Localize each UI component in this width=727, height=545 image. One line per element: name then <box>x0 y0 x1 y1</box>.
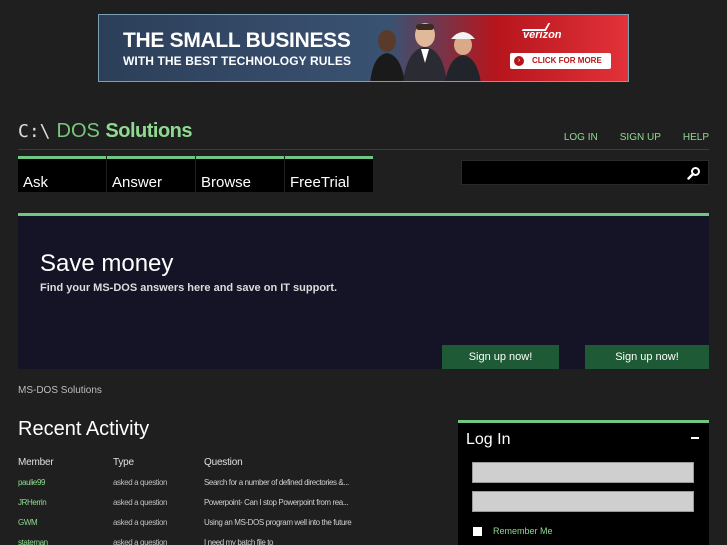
password-field[interactable] <box>472 491 694 512</box>
tab-answer[interactable]: Answer <box>107 156 195 192</box>
remember-me-checkbox[interactable] <box>473 527 482 536</box>
activity-type: asked a question <box>113 498 168 507</box>
collapse-icon[interactable] <box>691 437 699 439</box>
activity-type: asked a question <box>113 478 168 487</box>
login-panel: Log In Remember Me <box>458 420 709 545</box>
banner-headline: THE SMALL BUSINESS <box>123 29 351 52</box>
table-row: paulie99 asked a question Search for a n… <box>18 469 438 489</box>
column-header-member: Member <box>18 456 54 468</box>
help-link[interactable]: HELP <box>683 132 709 143</box>
login-link[interactable]: LOG IN <box>564 132 598 143</box>
remember-me-label[interactable]: Remember Me <box>493 526 553 536</box>
site-logo[interactable]: C:\ DOS Solutions <box>18 120 193 144</box>
banner-ad[interactable]: THE SMALL BUSINESS WITH THE BEST TECHNOL… <box>98 14 629 82</box>
signup-now-button-2[interactable]: Sign up now! <box>585 345 709 369</box>
signup-link[interactable]: SIGN UP <box>620 132 661 143</box>
table-row: JRHerrin asked a question Powerpoint- Ca… <box>18 489 438 509</box>
login-panel-title: Log In <box>466 431 511 448</box>
header-divider <box>18 149 709 150</box>
tab-freetrial[interactable]: FreeTrial <box>285 156 373 192</box>
search-icon[interactable] <box>687 166 701 180</box>
member-link[interactable]: paulie99 <box>18 469 113 489</box>
recent-activity-table: Member Type Question paulie99 asked a qu… <box>18 455 438 545</box>
top-links: LOG IN SIGN UP HELP <box>542 132 709 143</box>
table-row: GWM asked a question Using an MS-DOS pro… <box>18 509 438 529</box>
recent-activity-title: Recent Activity <box>18 418 150 440</box>
hero-title: Save money <box>40 250 174 277</box>
logo-word-solutions: Solutions <box>105 120 193 142</box>
main-nav: Ask Answer Browse FreeTrial <box>18 156 374 192</box>
member-link[interactable]: JRHerrin <box>18 489 113 509</box>
table-row: stateman asked a question I need my batc… <box>18 529 438 545</box>
banner-cta-button[interactable]: CLICK FOR MORE <box>510 53 611 69</box>
hero-subtitle: Find your MS-DOS answers here and save o… <box>40 282 338 294</box>
member-link[interactable]: stateman <box>18 529 113 545</box>
chevron-right-icon: › <box>514 56 524 66</box>
search-box <box>461 160 709 185</box>
question-link[interactable]: Search for a number of defined directori… <box>204 469 438 489</box>
logo-prompt: C:\ <box>18 121 51 142</box>
username-field[interactable] <box>472 462 694 483</box>
search-input[interactable] <box>462 161 682 184</box>
question-link[interactable]: Using an MS-DOS program well into the fu… <box>204 509 438 529</box>
column-header-type: Type <box>113 456 134 468</box>
signup-now-button-1[interactable]: Sign up now! <box>442 345 559 369</box>
table-header-row: Member Type Question <box>18 455 438 469</box>
tab-ask[interactable]: Ask <box>18 156 106 192</box>
activity-type: asked a question <box>113 538 168 545</box>
tab-browse[interactable]: Browse <box>196 156 284 192</box>
column-header-question: Question <box>204 456 243 468</box>
question-link[interactable]: I need my batch file to <box>204 529 438 545</box>
activity-type: asked a question <box>113 518 168 527</box>
banner-subheadline: WITH THE BEST TECHNOLOGY RULES <box>123 54 352 68</box>
question-link[interactable]: Powerpoint- Can I stop Powerpoint from r… <box>204 489 438 509</box>
banner-brand: verizon <box>523 29 562 41</box>
breadcrumb[interactable]: MS-DOS Solutions <box>18 385 102 396</box>
logo-word-dos: DOS <box>56 120 100 142</box>
member-link[interactable]: GWM <box>18 509 113 529</box>
banner-people-image <box>370 23 481 81</box>
hero-panel: Save money Find your MS-DOS answers here… <box>18 216 709 369</box>
